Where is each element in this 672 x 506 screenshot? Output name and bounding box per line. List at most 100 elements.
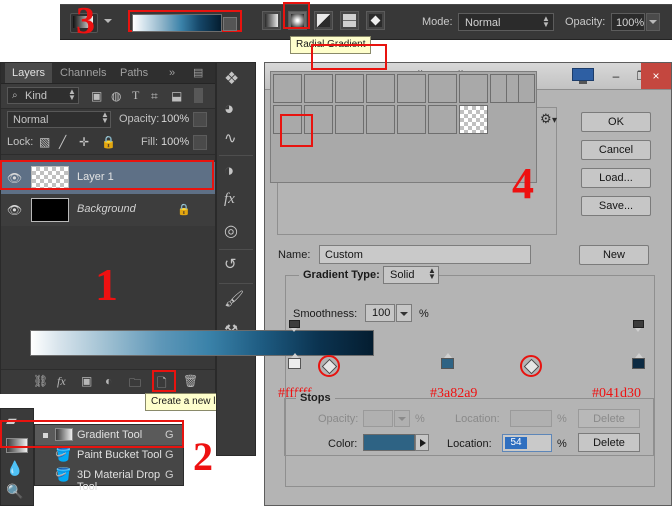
layer-row-background[interactable]: 👁 Background 🔒 — [1, 194, 215, 226]
color-stop-dark[interactable] — [632, 357, 645, 371]
step-number-2: 2 — [193, 437, 213, 477]
cancel-button[interactable]: Cancel — [581, 140, 651, 160]
color-stop-mid[interactable] — [441, 357, 454, 371]
gear-icon[interactable]: ⚙ ▾ — [540, 113, 556, 127]
save-button[interactable]: Save... — [581, 196, 651, 216]
gradient-preview[interactable] — [132, 14, 222, 32]
color-swatch[interactable] — [363, 434, 415, 451]
preset-swatch[interactable] — [366, 105, 395, 134]
lock-position-icon[interactable]: ✛ — [79, 135, 89, 149]
gradient-type-diamond-button[interactable] — [366, 11, 385, 30]
lock-transparent-pixels-icon[interactable]: ▧ — [39, 135, 50, 149]
opacity-input[interactable]: 100% — [611, 13, 645, 31]
preset-swatch[interactable] — [459, 74, 488, 103]
color-dock-icon[interactable]: ◕ — [224, 99, 250, 125]
layer-opacity-stepper[interactable] — [193, 112, 207, 127]
preset-swatch[interactable] — [428, 74, 457, 103]
create-new-layer-highlight — [152, 370, 176, 392]
new-button[interactable]: New — [579, 245, 649, 265]
preset-swatch[interactable] — [273, 74, 302, 103]
adjustment-filter-icon[interactable]: ◍ — [111, 89, 121, 103]
new-adjustment-layer-icon[interactable]: ◐ — [105, 374, 112, 388]
fill-stepper[interactable] — [193, 135, 207, 150]
history-dock-icon[interactable]: ↺ — [224, 255, 250, 281]
gradient-strip[interactable] — [30, 330, 374, 356]
opacity-stepper[interactable] — [646, 13, 660, 31]
double-chevron-right-icon[interactable]: » — [169, 67, 175, 79]
lock-icon: 🔒 — [177, 203, 191, 216]
fill-value[interactable]: 100% — [161, 136, 189, 148]
add-layer-mask-icon[interactable]: ▣ — [81, 374, 92, 388]
filter-kind-spinner-icon[interactable]: ▲▼ — [68, 89, 76, 101]
load-button[interactable]: Load... — [581, 168, 651, 188]
styles-fx-dock-icon[interactable]: fx — [224, 191, 250, 217]
pixel-filter-icon[interactable]: ▣ — [91, 89, 102, 103]
gradient-type-angle-button[interactable] — [314, 11, 333, 30]
opacity-stop[interactable] — [633, 320, 644, 332]
delete-layer-icon[interactable]: 🗑 — [183, 374, 198, 388]
adjustments-dock-icon[interactable]: ◑ — [224, 161, 250, 187]
flyout-item-paint-bucket-tool[interactable]: 🪣 Paint Bucket Tool G — [35, 445, 183, 465]
layer-style-fx-icon[interactable]: fx — [57, 374, 66, 389]
preset-swatch[interactable] — [304, 74, 333, 103]
filter-toggle-icon[interactable] — [194, 88, 203, 103]
zoom-tool-icon[interactable]: 🔍 — [6, 483, 30, 505]
color-location-value: 54 — [505, 437, 527, 449]
color-location-input[interactable]: 54 — [502, 434, 552, 452]
color-swatch-dropdown-icon[interactable] — [415, 434, 429, 451]
smoothness-input[interactable]: 100 — [365, 304, 395, 322]
opacity-delete-button: Delete — [578, 409, 640, 428]
gradient-type-reflected-button[interactable] — [340, 11, 359, 30]
gradient-type-spinner-icon[interactable]: ▲▼ — [428, 268, 436, 280]
flyout-item-3d-material-drop-tool[interactable]: 🪣 3D Material Drop Tool G — [35, 465, 183, 485]
panel-menu-icon[interactable]: ▤ — [193, 66, 203, 79]
brush-dock-icon[interactable]: 🖌 — [224, 289, 250, 315]
lock-all-icon[interactable]: 🔒 — [101, 135, 116, 149]
preset-swatch[interactable] — [335, 105, 364, 134]
type-filter-icon[interactable]: T — [132, 88, 139, 103]
smart-object-filter-icon[interactable]: ⬓ — [171, 89, 182, 103]
gradient-name-input[interactable]: Custom — [319, 245, 531, 264]
color-stop-white[interactable] — [288, 357, 301, 371]
tab-paths[interactable]: Paths — [113, 63, 155, 83]
gradient-preview-highlight — [128, 10, 242, 32]
gradient-type-linear-button[interactable] — [262, 11, 281, 30]
mode-spinner-icon[interactable]: ▲▼ — [542, 16, 550, 28]
new-group-icon[interactable]: 🗀 — [129, 374, 141, 395]
flyout-shortcut: G — [165, 449, 174, 461]
preset-swatch[interactable] — [428, 105, 457, 134]
opacity-stop[interactable] — [289, 320, 300, 332]
close-button[interactable]: × — [641, 63, 671, 89]
lock-image-pixels-icon[interactable]: ╱ — [59, 135, 66, 149]
preset-swatch[interactable] — [366, 74, 395, 103]
layer-thumbnail[interactable] — [31, 198, 69, 222]
layers-dock-icon[interactable]: ❖ — [224, 69, 250, 95]
preset-swatch[interactable] — [397, 74, 426, 103]
layer-blend-mode-select[interactable]: Normal — [7, 111, 111, 128]
paths-dock-icon[interactable]: ∿ — [224, 129, 250, 155]
smoothness-stepper[interactable] — [396, 304, 412, 322]
preset-swatch[interactable] — [335, 74, 364, 103]
preset-swatch[interactable] — [397, 105, 426, 134]
chevron-down-icon[interactable] — [104, 19, 112, 23]
link-layers-icon[interactable]: ⛓ — [33, 374, 48, 388]
preset-swatch[interactable] — [459, 105, 488, 134]
gradient-tool-highlight — [0, 420, 184, 448]
minimize-button[interactable]: – — [603, 66, 629, 86]
ok-button[interactable]: OK — [581, 112, 651, 132]
blend-mode-select[interactable]: Normal — [458, 13, 554, 31]
creative-cloud-dock-icon[interactable]: ◎ — [224, 221, 250, 247]
preset-swatch[interactable] — [506, 74, 535, 103]
color-location-unit: % — [557, 438, 567, 450]
filter-kind-select[interactable]: ⌕ Kind ▲▼ — [7, 87, 79, 104]
paint-bucket-tool-icon: 🪣 — [55, 447, 71, 463]
blur-tool-icon[interactable]: 💧 — [6, 460, 30, 482]
gradient-preset-dropdown-icon[interactable] — [223, 17, 237, 31]
shape-filter-icon[interactable]: ⌗ — [151, 89, 158, 104]
tab-channels[interactable]: Channels — [53, 63, 113, 83]
tab-layers[interactable]: Layers — [5, 63, 52, 83]
eye-icon[interactable]: 👁 — [7, 203, 23, 216]
blend-mode-spinner-icon[interactable]: ▲▼ — [101, 112, 109, 124]
layer-opacity-value[interactable]: 100% — [161, 113, 189, 125]
color-delete-button[interactable]: Delete — [578, 433, 640, 452]
